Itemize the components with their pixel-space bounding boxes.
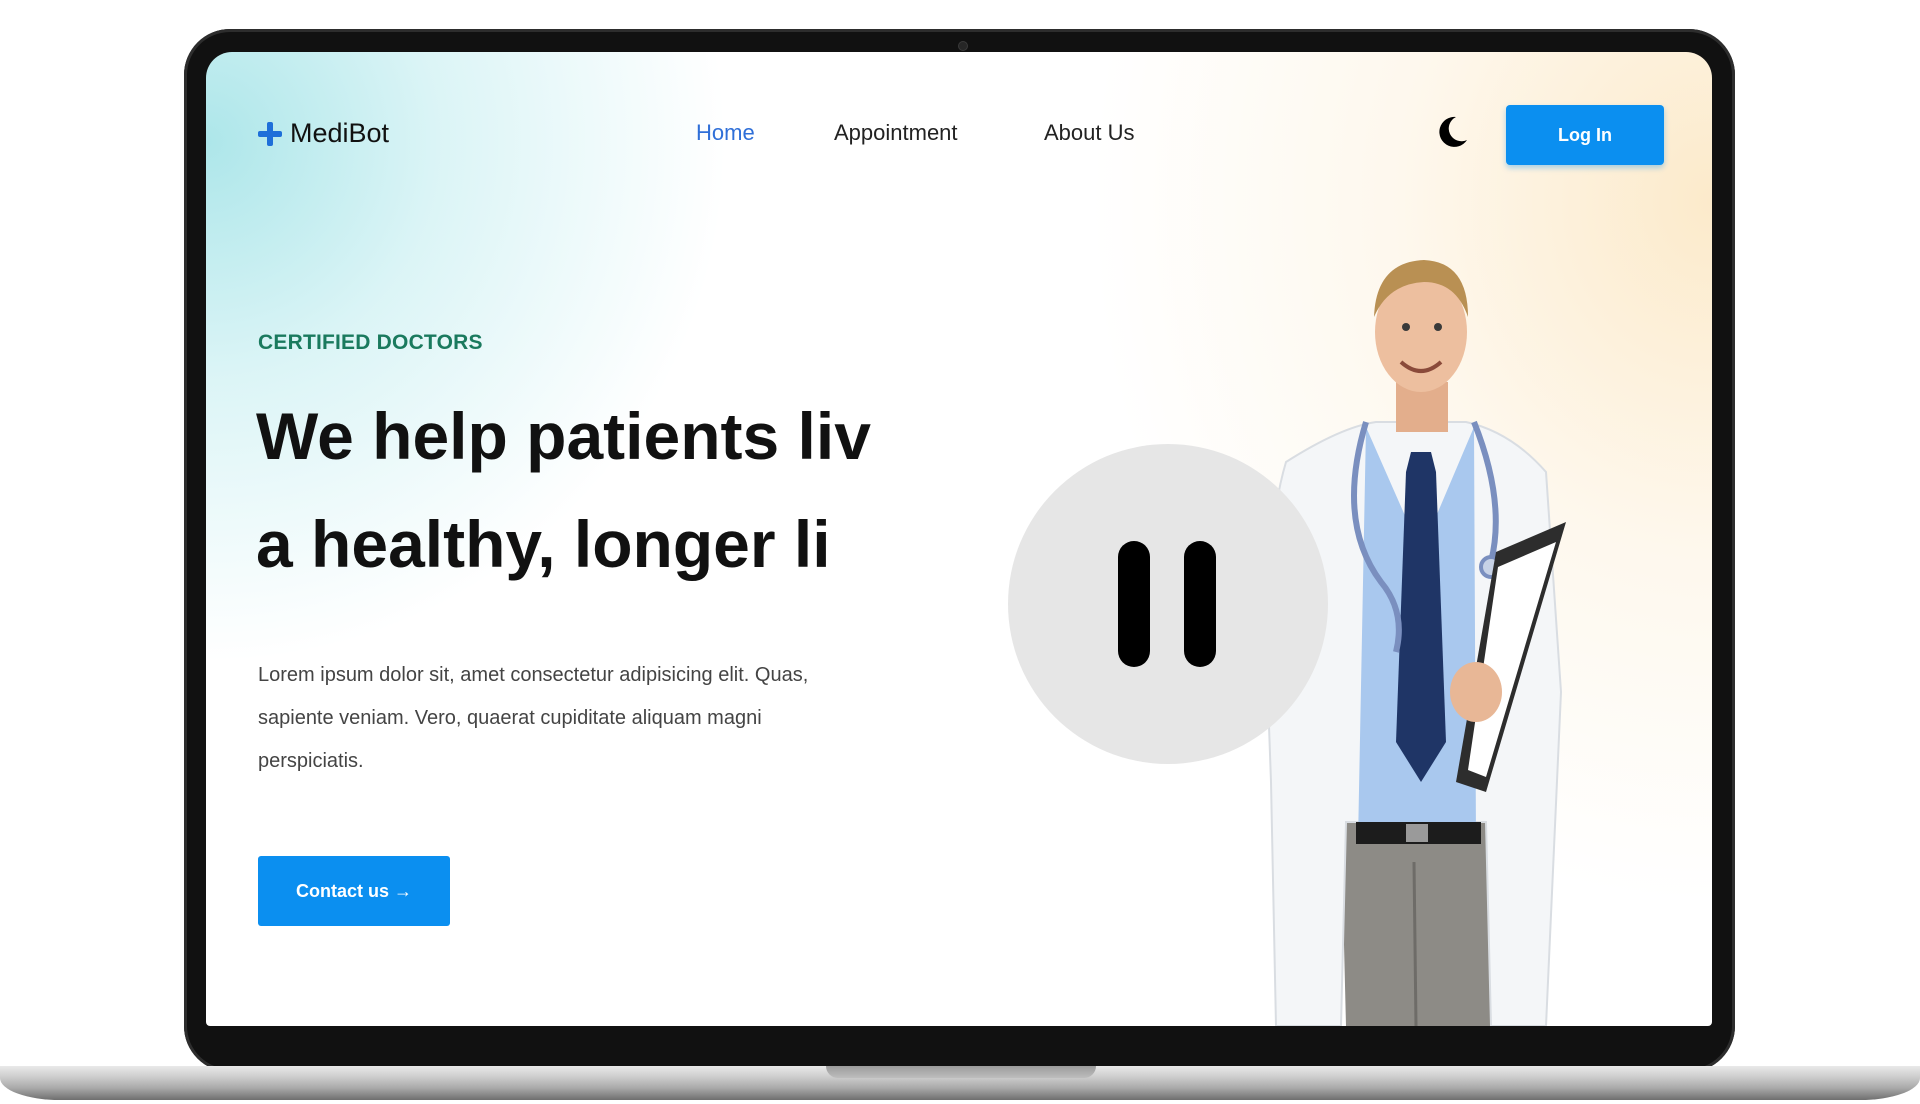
brand-logo[interactable]: MediBot [258, 118, 389, 149]
website-screen: MediBot Home Appointment About Us Log In… [206, 52, 1712, 1026]
pause-button[interactable] [1008, 444, 1328, 764]
nav-appointment[interactable]: Appointment [834, 120, 958, 146]
hero-headline-line-2: a healthy, longer li [256, 507, 831, 581]
laptop-hinge-notch [826, 1066, 1096, 1078]
pause-icon [1118, 541, 1150, 667]
moon-icon[interactable] [1434, 114, 1470, 150]
contact-us-button[interactable]: Contact us → [258, 856, 450, 926]
nav-home[interactable]: Home [696, 120, 755, 146]
login-button[interactable]: Log In [1506, 105, 1664, 165]
hero-description: Lorem ipsum dolor sit, amet consectetur … [258, 664, 809, 772]
hero-headline-line-1: We help patients liv [256, 399, 871, 473]
plus-icon [258, 121, 282, 146]
hero-headline: We help patients liv a healthy, longer l… [256, 382, 1016, 598]
hero-eyebrow: CERTIFIED DOCTORS [258, 331, 483, 354]
webcam [958, 41, 968, 51]
nav-about-us[interactable]: About Us [1044, 120, 1135, 146]
pause-icon-bar [1184, 541, 1216, 667]
brand-name: MediBot [290, 118, 390, 148]
laptop-mockup: MediBot Home Appointment About Us Log In… [0, 0, 1920, 1104]
